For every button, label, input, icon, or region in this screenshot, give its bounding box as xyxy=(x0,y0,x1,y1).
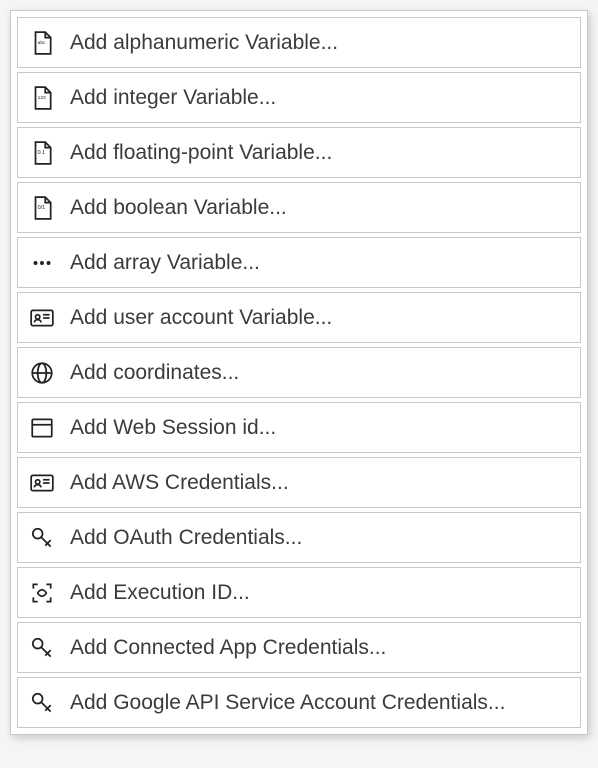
menu-item-coordinates[interactable]: Add coordinates... xyxy=(17,347,581,398)
menu-item-google-api[interactable]: Add Google API Service Account Credentia… xyxy=(17,677,581,728)
menu-label: Add floating-point Variable... xyxy=(70,141,332,165)
menu-item-integer[interactable]: 123 Add integer Variable... xyxy=(17,72,581,123)
menu-item-user-account[interactable]: Add user account Variable... xyxy=(17,292,581,343)
dots-icon xyxy=(28,249,56,277)
svg-text:0/1: 0/1 xyxy=(38,205,46,211)
menu-item-oauth[interactable]: Add OAuth Credentials... xyxy=(17,512,581,563)
file-abc-icon: abc xyxy=(28,29,56,57)
menu-item-web-session[interactable]: Add Web Session id... xyxy=(17,402,581,453)
svg-text:abc: abc xyxy=(38,40,46,46)
menu-label: Add coordinates... xyxy=(70,361,239,385)
menu-label: Add Google API Service Account Credentia… xyxy=(70,691,505,715)
globe-icon xyxy=(28,359,56,387)
variable-menu: abc Add alphanumeric Variable... 123 Add… xyxy=(10,10,588,735)
menu-item-aws[interactable]: Add AWS Credentials... xyxy=(17,457,581,508)
menu-label: Add user account Variable... xyxy=(70,306,332,330)
menu-item-boolean[interactable]: 0/1 Add boolean Variable... xyxy=(17,182,581,233)
menu-item-floating[interactable]: 0.1 Add floating-point Variable... xyxy=(17,127,581,178)
menu-item-alphanumeric[interactable]: abc Add alphanumeric Variable... xyxy=(17,17,581,68)
menu-label: Add alphanumeric Variable... xyxy=(70,31,338,55)
key-icon xyxy=(28,634,56,662)
svg-text:123: 123 xyxy=(38,95,46,101)
menu-label: Add Web Session id... xyxy=(70,416,276,440)
menu-label: Add integer Variable... xyxy=(70,86,276,110)
id-card-icon xyxy=(28,469,56,497)
menu-item-execution[interactable]: Add Execution ID... xyxy=(17,567,581,618)
menu-label: Add Execution ID... xyxy=(70,581,250,605)
svg-text:0.1: 0.1 xyxy=(38,150,46,156)
menu-label: Add Connected App Credentials... xyxy=(70,636,386,660)
key-icon xyxy=(28,524,56,552)
menu-item-connected-app[interactable]: Add Connected App Credentials... xyxy=(17,622,581,673)
file-bool-icon: 0/1 xyxy=(28,194,56,222)
menu-item-array[interactable]: Add array Variable... xyxy=(17,237,581,288)
menu-label: Add AWS Credentials... xyxy=(70,471,289,495)
window-icon xyxy=(28,414,56,442)
menu-label: Add array Variable... xyxy=(70,251,260,275)
id-card-icon xyxy=(28,304,56,332)
key-icon xyxy=(28,689,56,717)
menu-label: Add boolean Variable... xyxy=(70,196,287,220)
menu-label: Add OAuth Credentials... xyxy=(70,526,302,550)
scan-icon xyxy=(28,579,56,607)
file-decimal-icon: 0.1 xyxy=(28,139,56,167)
file-123-icon: 123 xyxy=(28,84,56,112)
